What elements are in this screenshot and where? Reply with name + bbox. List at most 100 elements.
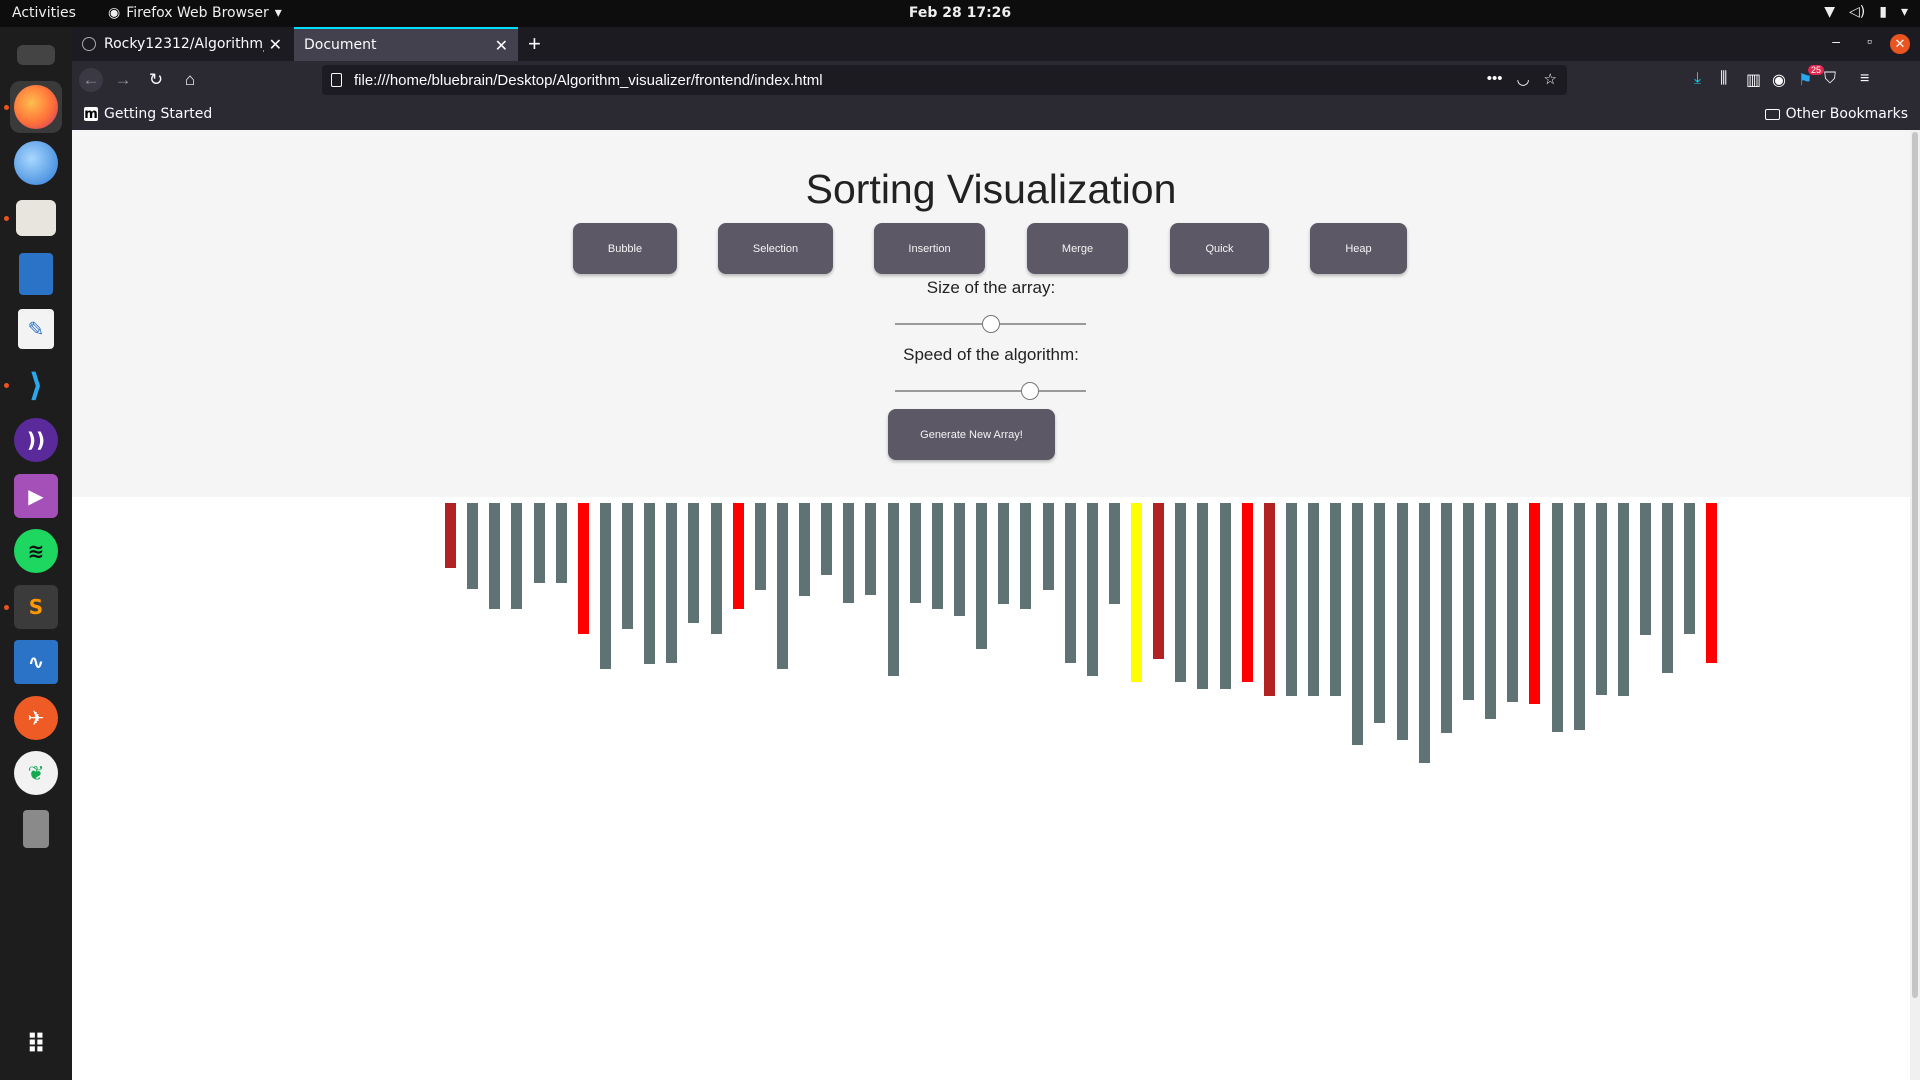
array-bar	[1507, 503, 1518, 702]
shield-icon[interactable]: ⛉	[1824, 70, 1836, 88]
folder-icon	[1764, 108, 1780, 120]
minimize-button[interactable]: –	[1832, 33, 1840, 49]
dock-terminal[interactable]	[10, 29, 62, 81]
new-tab-button[interactable]: +	[528, 31, 541, 57]
dock-mongodb-compass[interactable]: ❦	[10, 747, 62, 799]
vscode-icon: ⟩	[28, 366, 44, 404]
array-bar	[688, 503, 699, 623]
selection-sort-button[interactable]: Selection	[718, 223, 833, 274]
scrollbar-thumb[interactable]	[1912, 132, 1918, 998]
array-bar	[1640, 503, 1651, 635]
bubble-sort-button[interactable]: Bubble	[573, 223, 677, 274]
generate-array-button[interactable]: Generate New Array!	[888, 409, 1055, 460]
array-bar	[799, 503, 810, 596]
array-bar	[755, 503, 766, 590]
array-bar	[622, 503, 633, 629]
quick-sort-button[interactable]: Quick	[1170, 223, 1269, 274]
array-bar	[1352, 503, 1363, 745]
slider-thumb[interactable]	[1021, 382, 1040, 400]
page-actions-icon[interactable]: •••	[1487, 70, 1503, 88]
tab-github[interactable]: Rocky12312/Algorithm_v ✕	[72, 27, 292, 61]
sorting-bars-chart	[72, 503, 1910, 783]
tab-title: Rocky12312/Algorithm_v	[104, 36, 264, 52]
system-top-bar: Activities ◉ Firefox Web Browser ▾ Feb 2…	[0, 0, 1920, 27]
extension-badge: 25	[1808, 65, 1825, 75]
array-bar	[1463, 503, 1474, 700]
array-bar	[1552, 503, 1563, 732]
account-icon[interactable]: ◉	[1772, 70, 1786, 90]
postman-icon: ✈	[14, 696, 58, 740]
other-bookmarks[interactable]: Other Bookmarks	[1764, 106, 1908, 122]
array-bar	[489, 503, 500, 609]
dock-video-player[interactable]: ▶	[10, 470, 62, 522]
dock-firefox[interactable]	[4, 81, 62, 133]
dock-vscode[interactable]: ⟩	[4, 359, 62, 411]
writer-icon	[19, 253, 53, 295]
restore-button[interactable]: ▫	[1867, 33, 1872, 49]
dock-postman[interactable]: ✈	[10, 692, 62, 744]
array-bar	[644, 503, 655, 664]
forward-button[interactable]: →	[111, 68, 135, 92]
reload-button[interactable]: ↻	[144, 68, 168, 92]
array-bar	[1529, 503, 1540, 704]
url-text: file:///home/bluebrain/Desktop/Algorithm…	[354, 71, 823, 89]
array-bar	[998, 503, 1009, 604]
sublime-icon: S	[14, 585, 58, 629]
back-button[interactable]: ←	[79, 68, 103, 92]
mongodb-leaf-icon: ❦	[14, 751, 58, 795]
array-bar	[821, 503, 832, 575]
array-bar	[1574, 503, 1585, 730]
merge-sort-button[interactable]: Merge	[1027, 223, 1128, 274]
speed-slider[interactable]	[895, 381, 1086, 401]
bookmark-label: Getting Started	[104, 106, 213, 122]
dock-thunderbird[interactable]	[10, 137, 62, 189]
speed-label: Speed of the algorithm:	[903, 345, 1079, 364]
dock-files[interactable]	[4, 192, 62, 244]
array-bar	[1043, 503, 1054, 590]
array-bar	[711, 503, 722, 634]
dock-writer[interactable]	[10, 248, 62, 300]
close-tab-icon[interactable]: ✕	[269, 35, 282, 54]
array-bar	[1374, 503, 1385, 723]
array-bar	[954, 503, 965, 616]
clock[interactable]: Feb 28 17:26	[0, 5, 1920, 21]
heap-sort-button[interactable]: Heap	[1310, 223, 1407, 274]
array-bar	[932, 503, 943, 609]
navigation-toolbar: ← → ↻ ⌂ file:///home/bluebrain/Desktop/A…	[72, 61, 1920, 99]
close-window-button[interactable]: ✕	[1890, 34, 1910, 54]
dock-sublime[interactable]: S	[4, 581, 62, 633]
array-bar	[1441, 503, 1452, 733]
array-size-slider[interactable]	[895, 314, 1086, 334]
drive-icon	[23, 810, 49, 848]
downloads-icon[interactable]: ⤓	[1694, 70, 1701, 88]
dock-system-monitor[interactable]: ∿	[10, 636, 62, 688]
url-bar[interactable]: file:///home/bluebrain/Desktop/Algorithm…	[322, 65, 1567, 95]
bookmark-getting-started[interactable]: m Getting Started	[84, 106, 212, 122]
page-title: Sorting Visualization	[805, 166, 1177, 212]
home-button[interactable]: ⌂	[178, 68, 202, 92]
thunderbird-icon	[14, 141, 58, 185]
text-editor-icon: ✎	[18, 309, 54, 349]
system-tray[interactable]: ▼ ◁) ▮ ▾	[1824, 4, 1908, 20]
show-applications-button[interactable]: ⠿	[10, 1019, 62, 1071]
array-bar	[1419, 503, 1430, 763]
pocket-icon[interactable]: ◡	[1516, 70, 1529, 88]
dock-spotify[interactable]: ≋	[10, 525, 62, 577]
array-bar	[1397, 503, 1408, 740]
firefox-icon	[14, 85, 58, 129]
sidebar-icon[interactable]: ▥	[1746, 70, 1761, 90]
dock-drive[interactable]	[10, 803, 62, 855]
tab-document[interactable]: Document ✕	[294, 27, 518, 61]
bookmark-star-icon[interactable]: ☆	[1544, 70, 1557, 88]
slider-thumb[interactable]	[981, 315, 1000, 333]
library-icon[interactable]: ⫼	[1720, 70, 1727, 88]
array-bar	[1220, 503, 1231, 689]
page-scrollbar[interactable]	[1910, 130, 1920, 1080]
extension-icon[interactable]: ⚑ 25	[1798, 65, 1825, 90]
close-tab-icon[interactable]: ✕	[495, 36, 508, 55]
hamburger-menu-icon[interactable]: ≡	[1860, 70, 1869, 88]
array-bar	[1706, 503, 1717, 663]
dock-text-editor[interactable]: ✎	[10, 303, 62, 355]
insertion-sort-button[interactable]: Insertion	[874, 223, 985, 274]
dock-podcasts[interactable]: ))	[10, 414, 62, 466]
